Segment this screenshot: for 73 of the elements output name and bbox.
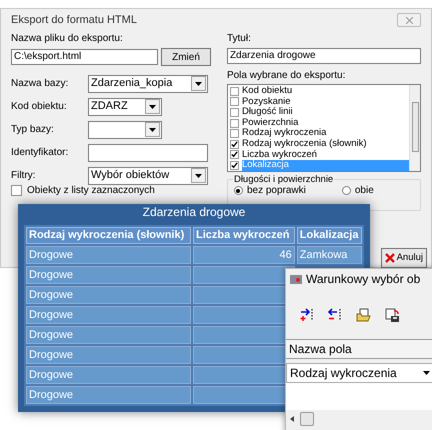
close-icon bbox=[406, 16, 412, 24]
radio-label: bez poprawki bbox=[246, 185, 306, 196]
table-cell: 46 bbox=[192, 246, 295, 264]
scrollbar[interactable] bbox=[409, 85, 420, 171]
checkbox[interactable] bbox=[230, 118, 239, 128]
table-cell: Drogowe bbox=[26, 246, 191, 264]
checkbox[interactable] bbox=[230, 160, 239, 170]
group-title: Długości i powierzchnie bbox=[232, 174, 334, 185]
dropdown-field[interactable]: ZDARZ bbox=[88, 98, 162, 116]
caret-icon bbox=[195, 174, 202, 178]
radio-label: obie bbox=[354, 185, 374, 196]
field-label: Typ bazy: bbox=[11, 123, 55, 137]
floppy-icon[interactable] bbox=[385, 308, 400, 322]
checkbox-label: Obiekty z listy zaznaczonych bbox=[27, 185, 155, 196]
checkbox[interactable] bbox=[230, 108, 239, 117]
field-label: Kod obiektu: bbox=[11, 100, 68, 114]
list-item[interactable]: Powierzchnia bbox=[242, 118, 409, 128]
field-label: Nazwa pliku do eksportu: bbox=[11, 32, 124, 46]
dropdown-field[interactable]: Zdarzenia_kopia bbox=[88, 74, 208, 92]
table-cell: Drogowe bbox=[26, 386, 192, 404]
cross-icon bbox=[384, 253, 395, 263]
table-cell: Drogowe bbox=[26, 326, 192, 344]
folder-icon[interactable] bbox=[356, 308, 371, 322]
list-item[interactable]: Liczba wykroczeń bbox=[242, 150, 409, 160]
list-item[interactable]: Kod obiektu bbox=[242, 86, 409, 97]
table-cell: Drogowe bbox=[26, 306, 192, 324]
scroll-thumb[interactable] bbox=[300, 412, 314, 426]
field-label: Identyfikator: bbox=[11, 146, 70, 160]
caret-icon bbox=[149, 104, 156, 108]
input-field[interactable]: C:\eksport.html bbox=[11, 49, 158, 65]
dropdown-button[interactable] bbox=[191, 168, 206, 183]
list-item[interactable]: Pozyskanie bbox=[242, 96, 409, 108]
arrow-minus-icon[interactable] bbox=[328, 308, 342, 322]
table-cell: Drogowe bbox=[26, 346, 192, 364]
window-title: Eksport do formatu HTML bbox=[11, 12, 137, 28]
checkbox[interactable] bbox=[230, 129, 239, 138]
list-item[interactable]: Rodzaj wykroczenia (słownik) bbox=[242, 138, 409, 150]
field-label: Nazwa bazy: bbox=[11, 77, 70, 91]
input-field[interactable] bbox=[88, 144, 208, 162]
dropdown-field[interactable]: Rodzaj wykroczenia bbox=[286, 363, 432, 383]
field-label: Tytuł: bbox=[226, 32, 252, 46]
dropdown-button[interactable] bbox=[145, 99, 160, 114]
radio-button[interactable] bbox=[234, 186, 243, 195]
table-cell: Drogowe bbox=[26, 286, 192, 304]
caret-icon bbox=[149, 128, 156, 132]
arrow-plus-icon[interactable] bbox=[300, 308, 314, 322]
checkbox[interactable] bbox=[230, 150, 239, 160]
title-input[interactable]: Zdarzenia drogowe bbox=[226, 48, 421, 64]
column-header[interactable]: Nazwa pola bbox=[286, 339, 432, 359]
dropdown-button[interactable] bbox=[145, 122, 160, 137]
checkbox[interactable] bbox=[230, 97, 239, 106]
window-icon bbox=[289, 273, 303, 285]
table-cell: Zamkowa bbox=[296, 246, 362, 264]
dropdown-button[interactable] bbox=[191, 76, 206, 91]
checkbox[interactable] bbox=[230, 140, 239, 149]
change-button[interactable]: Zmień bbox=[161, 48, 211, 66]
field-label: Filtry: bbox=[11, 169, 36, 183]
field-label: Pola wybrane do eksportu: bbox=[226, 69, 346, 83]
window-title: Warunkowy wybór ob bbox=[306, 271, 420, 288]
dropdown-field[interactable]: Wybór obiektów bbox=[88, 166, 208, 184]
list-item[interactable]: Długość linii bbox=[242, 107, 409, 118]
caret-icon bbox=[423, 371, 430, 375]
window-title: Zdarzenia drogowe bbox=[142, 204, 246, 221]
list-item[interactable]: Rodzaj wykroczenia bbox=[242, 128, 409, 139]
scroll-left-icon[interactable] bbox=[290, 416, 294, 422]
dropdown-field[interactable] bbox=[88, 120, 162, 138]
table-cell: Drogowe bbox=[26, 366, 192, 384]
caret-icon bbox=[195, 82, 202, 86]
radio-button[interactable] bbox=[342, 186, 351, 195]
checkbox[interactable] bbox=[11, 185, 22, 196]
table-cell: Drogowe bbox=[26, 266, 192, 284]
checkbox[interactable] bbox=[230, 86, 239, 96]
cancel-button[interactable]: Anuluj bbox=[380, 248, 427, 268]
